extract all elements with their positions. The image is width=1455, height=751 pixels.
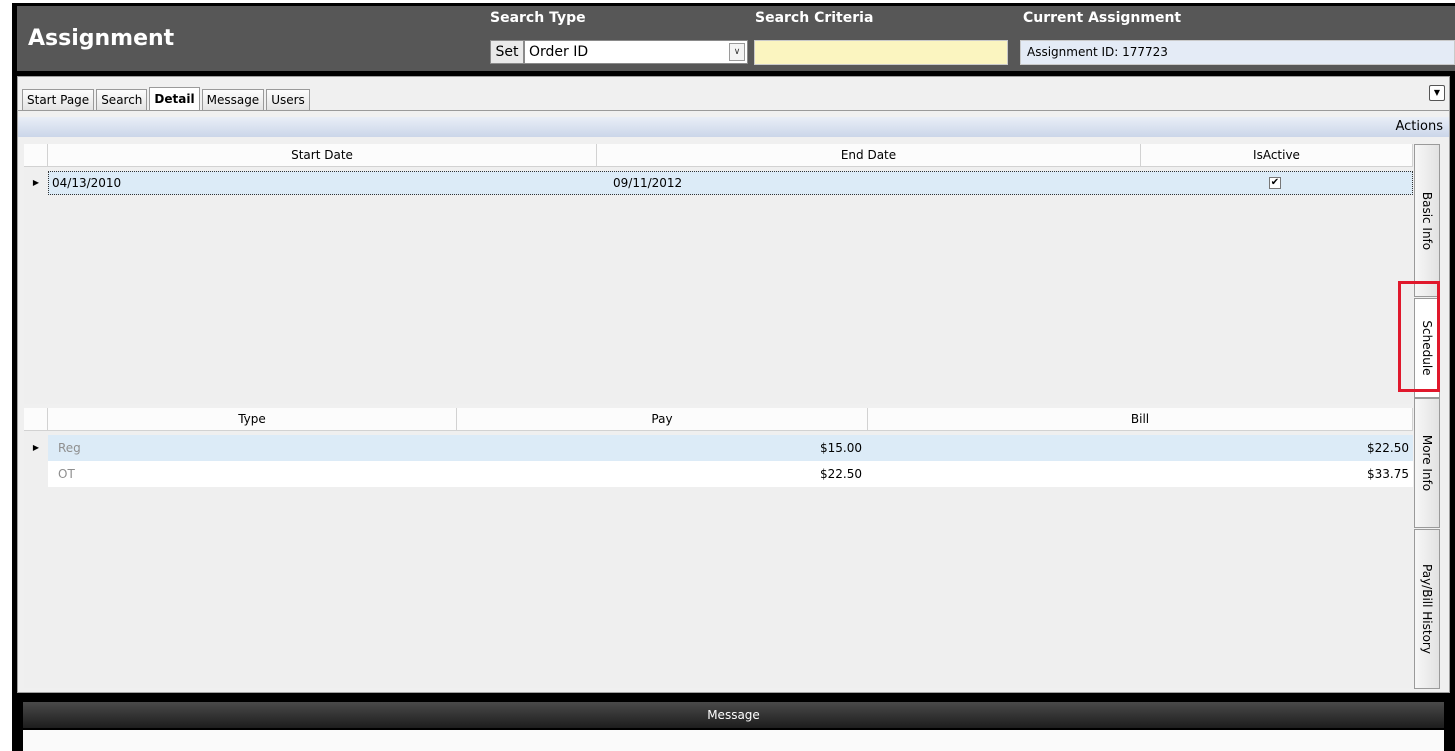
side-tab-more-info[interactable]: More Info <box>1414 398 1440 528</box>
triangle-right-icon: ▶ <box>32 178 40 187</box>
column-header-end-date[interactable]: End Date <box>597 144 1141 167</box>
bill-cell[interactable]: $33.75 <box>868 461 1413 487</box>
tab-start-page[interactable]: Start Page <box>22 89 95 111</box>
search-type-select[interactable]: Order ID ∨ <box>524 40 748 64</box>
schedule-tab-highlight <box>1398 281 1440 392</box>
tab-message[interactable]: Message <box>201 89 265 111</box>
table-row[interactable]: ▶ Reg $15.00 $22.50 <box>24 435 1413 461</box>
message-bar-label: Message <box>707 708 760 722</box>
side-tab-label: Basic Info <box>1420 191 1434 250</box>
tab-search[interactable]: Search <box>96 89 148 111</box>
row-selector <box>24 461 48 487</box>
triangle-right-icon: ▶ <box>24 435 48 461</box>
message-bar[interactable]: Message <box>23 702 1444 728</box>
app-title: Assignment <box>28 26 175 51</box>
column-header-pay[interactable]: Pay <box>457 408 868 431</box>
end-date-cell[interactable]: 09/11/2012 <box>613 170 1153 196</box>
type-cell[interactable]: Reg <box>58 435 448 461</box>
bill-cell[interactable]: $22.50 <box>868 435 1413 461</box>
pay-cell[interactable]: $15.00 <box>457 435 866 461</box>
tab-detail[interactable]: Detail <box>149 87 200 111</box>
current-assignment-field: Assignment ID: 177723 <box>1020 40 1455 65</box>
tab-users[interactable]: Users <box>266 89 310 111</box>
type-cell[interactable]: OT <box>58 461 448 487</box>
search-type-value: Order ID <box>529 44 589 60</box>
search-type-label: Search Type <box>490 10 586 26</box>
table-row[interactable]: OT $22.50 $33.75 <box>24 461 1413 487</box>
main-panel: Start Page Search Detail Message Users ▼… <box>17 76 1450 693</box>
isactive-checkbox[interactable]: ✔ <box>1269 177 1281 189</box>
collapse-icon[interactable]: ▼ <box>1429 85 1445 101</box>
start-date-cell[interactable]: 04/13/2010 <box>52 170 592 196</box>
column-header-isactive[interactable]: IsActive <box>1141 144 1413 167</box>
search-criteria-input[interactable] <box>754 40 1008 65</box>
chevron-down-icon[interactable]: ∨ <box>729 43 745 61</box>
message-grid-header <box>23 730 1444 751</box>
search-criteria-label: Search Criteria <box>755 10 874 26</box>
set-button[interactable]: Set <box>490 40 524 64</box>
actions-bar[interactable]: Actions <box>18 117 1449 137</box>
column-header-bill[interactable]: Bill <box>868 408 1413 431</box>
table-row[interactable]: ▶ 04/13/2010 09/11/2012 ✔ <box>24 170 1413 196</box>
rate-grid: Type Pay Bill ▶ Reg $15.00 $22.50 OT $22… <box>24 408 1413 688</box>
grid-corner <box>24 408 48 431</box>
header-bar: Assignment Search Type Set Order ID ∨ Se… <box>17 6 1455 71</box>
tab-strip: Start Page Search Detail Message Users <box>22 87 312 111</box>
side-tab-pay-bill-history[interactable]: Pay/Bill History <box>1414 529 1440 689</box>
grid-corner <box>24 144 48 167</box>
side-tab-basic-info[interactable]: Basic Info <box>1414 144 1440 297</box>
column-header-start-date[interactable]: Start Date <box>48 144 597 167</box>
actions-label: Actions <box>1395 119 1444 134</box>
column-header-type[interactable]: Type <box>48 408 457 431</box>
side-tab-label: More Info <box>1420 434 1434 492</box>
tabs-divider <box>18 110 1449 111</box>
schedule-grid: Start Date End Date IsActive ▶ 04/13/201… <box>24 144 1413 404</box>
side-tab-label: Pay/Bill History <box>1420 564 1434 654</box>
pay-cell[interactable]: $22.50 <box>457 461 866 487</box>
current-assignment-label: Current Assignment <box>1023 10 1182 26</box>
